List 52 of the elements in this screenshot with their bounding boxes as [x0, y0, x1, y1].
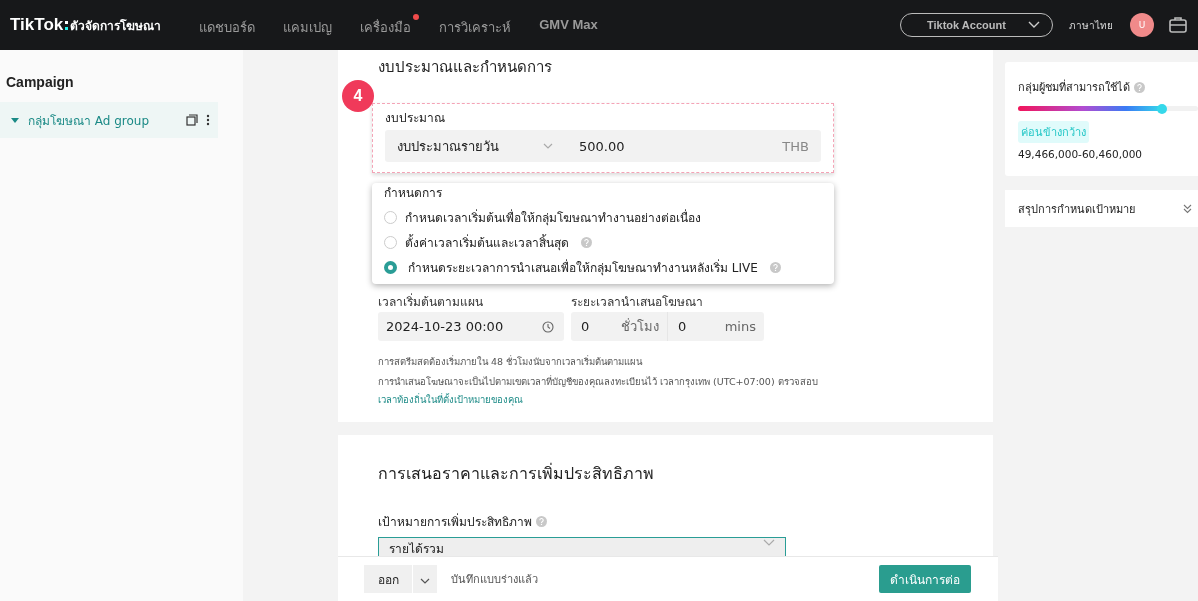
logo-subtitle: ตัวจัดการโฆษณา [70, 17, 162, 35]
radio-label[interactable]: ตั้งค่าเวลาเริ่มต้นและเวลาสิ้นสุด [405, 233, 569, 252]
minutes-field[interactable]: 0 mins [668, 312, 764, 341]
help-icon[interactable] [1134, 81, 1145, 93]
budget-amount-field[interactable]: 500.00 THB [565, 130, 821, 162]
audience-tag: ค่อนข้างกว้าง [1018, 121, 1089, 143]
sidebar-item[interactable]: กลุ่มโฆษณา Ad group [0, 102, 218, 138]
draft-status: บันทึกแบบร่างแล้ว [451, 572, 538, 588]
sidebar-title: Campaign [5, 73, 75, 92]
help-icon[interactable] [769, 262, 781, 273]
audience-range: 49,466,000-60,460,000 [1018, 148, 1144, 160]
help-icon[interactable] [581, 237, 592, 248]
step-badge: 4 [342, 80, 374, 112]
chevron-down-icon [420, 577, 430, 584]
double-chevron-icon [1183, 203, 1192, 214]
language-link[interactable]: ภาษาไทย [1069, 17, 1113, 33]
field-label: กำหนดการ [384, 185, 443, 202]
field-label: เป้าหมายการเพิ่มประสิทธิภาพ [378, 512, 532, 531]
section-title: งบประมาณและกำหนดการ [378, 57, 553, 78]
field-label: เวลาเริ่มต้นตามแผน [378, 292, 484, 311]
optimization-goal-dropdown[interactable]: รายได้รวม [378, 537, 786, 556]
radio-label[interactable]: กำหนดเวลาเริ่มต้นเพื่อให้กลุ่มโฆษณาทำงานอย่างต่อเนื่อง [405, 208, 701, 227]
radio-button[interactable] [384, 261, 397, 274]
nav-link[interactable]: แคมเปญ [283, 12, 341, 38]
audience-title: กลุ่มผู้ชมที่สามารถใช้ได้ [1018, 78, 1130, 96]
chevron-down-icon [1028, 21, 1040, 29]
section-title: การเสนอราคาและการเพิ่มประสิทธิภาพ [378, 462, 655, 485]
field-label: ระยะเวลานำเสนอโฆษณา [571, 294, 704, 311]
field-label: งบประมาณ [385, 110, 446, 127]
help-icon[interactable] [536, 516, 547, 527]
nav-link[interactable]: การวิเคราะห์ [439, 12, 520, 38]
briefcase-icon[interactable] [1168, 15, 1188, 35]
clock-icon [542, 320, 554, 333]
copy-icon[interactable] [186, 114, 198, 126]
more-icon[interactable] [206, 114, 210, 126]
nav-link[interactable]: เครื่องมือ [360, 12, 420, 38]
budget-type-dropdown[interactable]: งบประมาณรายวัน [385, 130, 565, 162]
radio-label[interactable]: กำหนดระยะเวลาการนำเสนอเพื่อให้กลุ่มโฆษณาทำงานหลังเริ่ม LIVE [408, 258, 758, 277]
nav-link[interactable]: แดชบอร์ด [199, 12, 264, 38]
hours-field[interactable]: 0 ชั่วโมง [571, 312, 668, 341]
nav-link[interactable]: GMV Max [539, 12, 606, 38]
summary-panel[interactable]: สรุปการกำหนดเป้าหมาย [1005, 190, 1198, 227]
chevron-down-icon [543, 143, 553, 149]
start-time-field[interactable]: 2024-10-23 00:00 [378, 312, 564, 341]
timezone-note: การนำเสนอโฆษณาจะเป็นไปตามเขตเวลาที่บัญชีของคุณลงทะเบียนไว้ เวลากรุงเทพ (UTC+07:00) ตรวจสอบ เวลาท้องถิ่นในที่ตั้งเป้าหมายของคุณ [378, 374, 819, 408]
logo[interactable]: TikTok [10, 15, 64, 35]
chevron-down-icon [763, 539, 775, 546]
exit-menu-button[interactable] [413, 565, 437, 593]
timezone-link[interactable]: เวลาท้องถิ่นในที่ตั้งเป้าหมายของคุณ [378, 394, 523, 405]
note-text: การสตรีมสดต้องเริ่มภายใน 48 ชั่วโมงนับจากเวลาเริ่มต้นตามแผน [378, 354, 644, 369]
caret-icon [10, 115, 20, 125]
exit-button[interactable]: ออก [364, 565, 412, 593]
